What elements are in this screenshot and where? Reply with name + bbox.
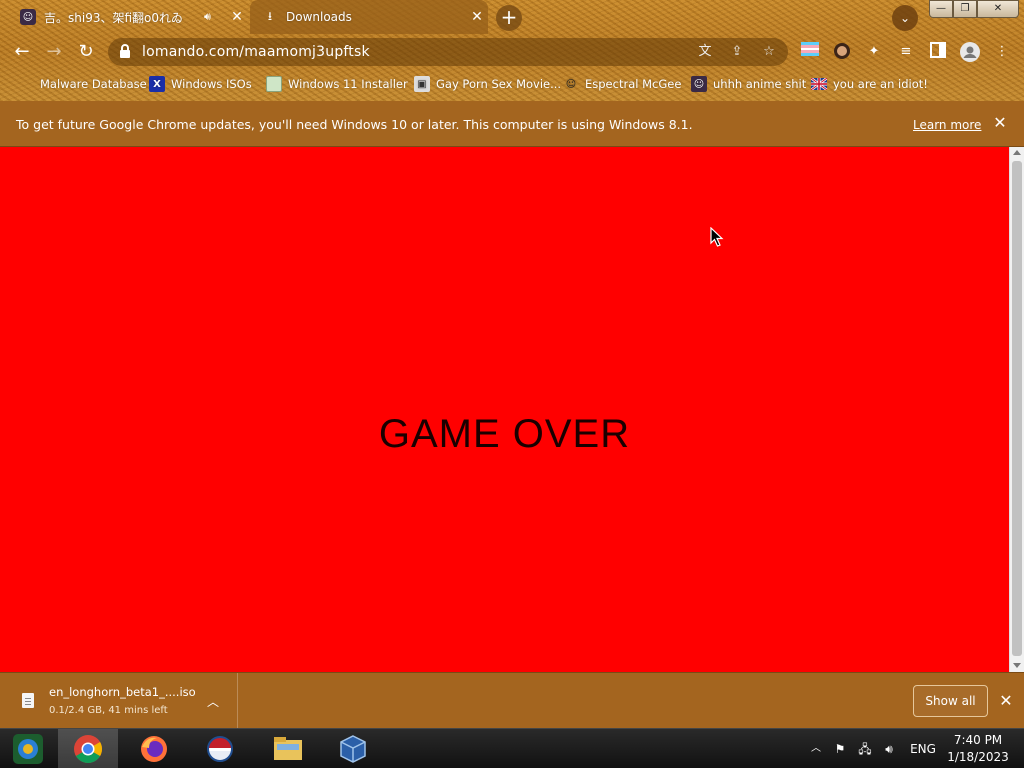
chevron-up-icon[interactable]: ︿ (205, 693, 221, 709)
minimize-button[interactable]: — (929, 0, 953, 18)
page-content: GAME OVER (0, 147, 1009, 672)
computer-icon: ▣ (414, 76, 430, 92)
window-close-button[interactable]: ✕ (977, 0, 1019, 18)
tray-expand-icon[interactable]: ︿ (810, 739, 822, 759)
scroll-up-icon[interactable] (1013, 150, 1021, 155)
tab-search-button[interactable]: ⌄ (892, 5, 918, 31)
bookmark-windows-isos[interactable]: X Windows ISOs (149, 75, 252, 93)
browser-frame: ☺ 吉。shi93、架fi翻o0れゐ 🔊︎ ✕ ⭳ Downloads ✕ + … (0, 0, 1024, 101)
bookmark-anime[interactable]: ☺ uhhh anime shit (691, 75, 806, 93)
language-indicator[interactable]: ENG (906, 739, 940, 759)
back-button[interactable]: ← (10, 40, 34, 64)
tab-close-button[interactable]: ✕ (226, 9, 248, 25)
scroll-down-icon[interactable] (1013, 663, 1021, 668)
reload-button[interactable]: ↻ (74, 40, 98, 64)
bookmark-movie[interactable]: ▣ Gay Porn Sex Movie... (414, 75, 561, 93)
file-explorer-icon[interactable] (258, 729, 318, 768)
image-icon (266, 76, 282, 92)
volume-icon[interactable]: 🔊︎ (880, 739, 898, 759)
side-panel-icon[interactable] (928, 42, 948, 62)
download-filename: en_longhorn_beta1_....iso (49, 685, 196, 699)
bookmark-favicon-icon (18, 76, 34, 92)
x-logo-icon: X (149, 76, 165, 92)
file-icon (22, 693, 34, 708)
bookmark-espectral-mcgee[interactable]: ☺ Espectral McGee (563, 75, 682, 93)
bookmark-label: Windows ISOs (171, 77, 252, 91)
show-all-button[interactable]: Show all (913, 685, 988, 717)
action-center-flag-icon[interactable]: ⚑ (832, 739, 848, 759)
menu-kebab-icon[interactable]: ⋮ (992, 42, 1012, 62)
bookmark-label: you are an idiot! (833, 77, 928, 91)
profile-avatar-icon[interactable] (960, 42, 980, 62)
bookmark-label: Malware Database (40, 77, 147, 91)
tab-title: Downloads (286, 10, 352, 24)
download-shelf-close-button[interactable]: ✕ (996, 691, 1016, 711)
maximize-button[interactable]: ❐ (953, 0, 977, 18)
bookmark-star-icon[interactable]: ☆ (760, 43, 778, 61)
download-shelf: en_longhorn_beta1_....iso 0.1/2.4 GB, 41… (0, 672, 1024, 729)
forward-button[interactable]: → (42, 40, 66, 64)
tab-favicon-icon: ☺ (20, 9, 36, 25)
clock-date: 1/18/2023 (947, 750, 1009, 764)
scroll-thumb[interactable] (1012, 161, 1022, 656)
uk-flag-icon (811, 76, 827, 92)
speaker-icon[interactable]: 🔊︎ (204, 10, 222, 24)
ie-icon[interactable] (190, 729, 250, 768)
tab-anime[interactable]: ☺ 吉。shi93、架fi翻o0れゐ 🔊︎ ✕ (8, 0, 248, 34)
learn-more-link[interactable]: Learn more (913, 118, 981, 132)
firefox-icon[interactable] (124, 729, 184, 768)
clock-time: 7:40 PM (953, 733, 1003, 747)
extensions-puzzle-icon[interactable]: ✦ (864, 42, 884, 62)
address-bar[interactable]: lomando.com/maamomj3upftsk 文 ⇪ ☆ (108, 38, 788, 66)
tab-title: 吉。shi93、架fi翻o0れゐ (44, 10, 183, 25)
download-status: 0.1/2.4 GB, 41 mins left (49, 705, 168, 716)
bookmark-label: uhhh anime shit (713, 77, 807, 91)
page-scrollbar[interactable] (1009, 147, 1024, 672)
infobar-close-button[interactable]: ✕ (990, 113, 1010, 133)
extension-flag-icon[interactable] (800, 42, 820, 62)
lock-icon[interactable] (120, 44, 130, 58)
bookmark-label: Windows 11 Installer (288, 77, 408, 91)
bookmark-malware-database[interactable]: Malware Database (18, 75, 147, 93)
bookmark-you-are-an-idiot[interactable]: you are an idiot! (811, 75, 928, 93)
bookmark-label: Gay Porn Sex Movie... (436, 77, 562, 91)
bookmark-windows-11-installer[interactable]: Windows 11 Installer (266, 75, 408, 93)
taskbar-clock[interactable]: 7:40 PM 1/18/2023 (940, 732, 1016, 766)
infobar-message: To get future Google Chrome updates, you… (16, 117, 693, 132)
tab-close-button[interactable]: ✕ (466, 9, 488, 25)
mouse-cursor-icon (710, 227, 724, 247)
download-item[interactable]: en_longhorn_beta1_....iso 0.1/2.4 GB, 41… (0, 673, 238, 729)
new-tab-button[interactable]: + (496, 5, 522, 31)
reading-list-icon[interactable]: ≡ (896, 42, 916, 62)
tab-downloads[interactable]: ⭳ Downloads ✕ (250, 0, 488, 34)
bookmark-label: Espectral McGee (585, 77, 682, 91)
translate-icon[interactable]: 文 (696, 43, 714, 61)
url-text[interactable]: lomando.com/maamomj3upftsk (142, 44, 370, 60)
chrome-icon[interactable] (58, 729, 118, 768)
share-icon[interactable]: ⇪ (728, 43, 746, 61)
anime-face-icon: ☺ (691, 76, 707, 92)
update-infobar: To get future Google Chrome updates, you… (0, 101, 1024, 147)
face-icon: ☺ (565, 78, 577, 90)
game-over-heading: GAME OVER (378, 412, 631, 456)
network-icon[interactable]: 🖧︎ (856, 739, 874, 759)
profile-extension-icon[interactable] (832, 42, 852, 62)
download-icon: ⭳ (267, 8, 273, 23)
app-icon[interactable] (0, 729, 55, 768)
taskbar: ︿ ⚑ 🖧︎ 🔊︎ ENG 7:40 PM 1/18/2023 (0, 728, 1024, 768)
virtualbox-icon[interactable] (323, 729, 383, 768)
